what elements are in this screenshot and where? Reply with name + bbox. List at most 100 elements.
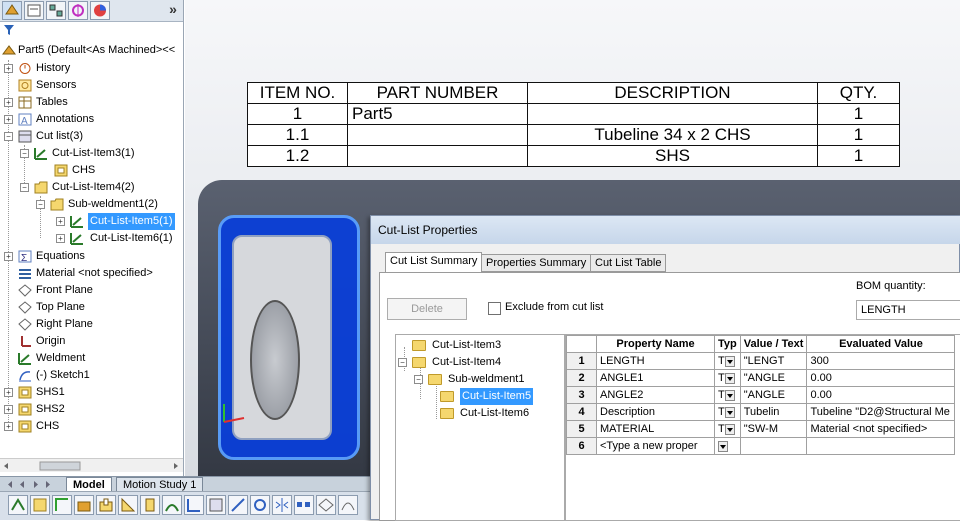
reference-geometry-icon[interactable] (316, 495, 336, 515)
linear-pattern-icon[interactable] (294, 495, 314, 515)
cut-list-properties-dialog: Cut-List Properties Cut List Summary Pro… (370, 215, 960, 521)
tab-cut-list-summary[interactable]: Cut List Summary (385, 252, 483, 273)
mirror-icon[interactable] (272, 495, 292, 515)
header-value-text: Value / Text (739, 335, 808, 353)
tab-motion-study[interactable]: Motion Study 1 (116, 477, 204, 492)
tab-properties-summary[interactable]: Properties Summary (481, 254, 592, 272)
weld-bead-icon[interactable] (162, 495, 182, 515)
collapse-icon[interactable]: − (414, 375, 423, 384)
property-type-cell[interactable] (714, 437, 741, 455)
horizontal-scrollbar[interactable] (0, 458, 183, 472)
curves-icon[interactable] (338, 495, 358, 515)
dropdown-arrow-icon[interactable] (724, 372, 735, 384)
weldment-icon (34, 147, 48, 160)
bom-row[interactable]: 1.2 SHS 1 (247, 145, 900, 167)
property-value-cell[interactable]: "SW-M (739, 420, 808, 438)
display-manager-tab-icon[interactable] (90, 1, 110, 20)
folder-icon (428, 374, 442, 385)
structural-member-button-icon[interactable] (30, 495, 50, 515)
property-row[interactable]: 2 ANGLE1 T "ANGLE 0.00 (566, 369, 956, 387)
expand-icon[interactable]: + (4, 422, 13, 431)
row-number: 4 (566, 403, 597, 421)
exclude-checkbox[interactable] (488, 302, 501, 315)
property-name-cell[interactable]: ANGLE2 (596, 386, 715, 404)
property-type-cell[interactable]: T (714, 420, 741, 438)
properties-header-row: Property Name Typ Value / Text Evaluated… (566, 335, 956, 353)
property-type-cell[interactable]: T (714, 352, 741, 370)
row-number: 3 (566, 386, 597, 404)
feature-manager-toolbar: » (0, 0, 183, 22)
feature-manager-tab-icon[interactable] (2, 1, 22, 20)
expand-icon[interactable]: + (4, 405, 13, 414)
expand-icon[interactable]: + (4, 98, 13, 107)
tab-model[interactable]: Model (66, 477, 112, 492)
plane-icon (18, 284, 32, 297)
property-name-cell[interactable]: MATERIAL (596, 420, 715, 438)
collapse-icon[interactable]: − (20, 149, 29, 158)
dimxpert-tab-icon[interactable] (68, 1, 88, 20)
property-evaluated-cell: Tubeline "D2@Structural Me (806, 403, 956, 421)
history-icon (18, 62, 32, 75)
collapse-icon[interactable]: − (20, 183, 29, 192)
expand-icon[interactable]: + (4, 388, 13, 397)
bom-quantity-select[interactable]: LENGTH (856, 300, 960, 320)
trim-extend-icon[interactable] (52, 495, 72, 515)
bom-header-part-number: PART NUMBER (347, 82, 528, 104)
property-value-cell[interactable]: "ANGLE (739, 386, 808, 404)
property-manager-tab-icon[interactable] (24, 1, 44, 20)
property-value-cell[interactable]: Tubelin (739, 403, 808, 421)
expand-icon[interactable]: + (56, 234, 65, 243)
collapse-icon[interactable]: − (398, 358, 407, 367)
configuration-manager-tab-icon[interactable] (46, 1, 66, 20)
hole-wizard-icon[interactable] (250, 495, 270, 515)
collapse-icon[interactable]: − (36, 200, 45, 209)
type-value: T (718, 389, 725, 401)
bom-header-description: DESCRIPTION (527, 82, 818, 104)
property-value-cell[interactable]: "ANGLE (739, 369, 808, 387)
property-value-cell[interactable] (739, 437, 808, 455)
collapse-icon[interactable]: − (4, 132, 13, 141)
bom-row[interactable]: 1.1 Tubeline 34 x 2 CHS 1 (247, 124, 900, 146)
folder-icon (412, 357, 426, 368)
property-type-cell[interactable]: T (714, 386, 741, 404)
end-cap-icon[interactable] (140, 495, 160, 515)
sketch-tool-icon[interactable] (228, 495, 248, 515)
extruded-boss-icon[interactable] (74, 495, 94, 515)
expand-icon[interactable]: + (56, 217, 65, 226)
property-type-cell[interactable]: T (714, 369, 741, 387)
property-row[interactable]: 3 ANGLE2 T "ANGLE 0.00 (566, 386, 956, 404)
3d-sketch-icon[interactable] (8, 495, 28, 515)
body-icon (54, 164, 68, 177)
gusset-icon[interactable] (118, 495, 138, 515)
folder-icon (412, 340, 426, 351)
new-property-row[interactable]: 6 <Type a new proper (566, 437, 956, 455)
dropdown-arrow-icon[interactable] (724, 423, 735, 435)
property-value-cell[interactable]: "LENGT (739, 352, 808, 370)
weldment-icon (18, 352, 32, 365)
expand-icon[interactable]: + (4, 64, 13, 73)
dropdown-arrow-icon[interactable] (718, 440, 728, 452)
dropdown-arrow-icon[interactable] (724, 406, 735, 418)
property-row[interactable]: 5 MATERIAL T "SW-M Material <not specifi… (566, 420, 956, 438)
delete-button[interactable]: Delete (387, 298, 467, 320)
property-row[interactable]: 1 LENGTH T "LENGT 300 (566, 352, 956, 370)
dropdown-arrow-icon[interactable] (724, 355, 735, 367)
extruded-cut-icon[interactable] (96, 495, 116, 515)
filter-icon[interactable] (4, 25, 14, 38)
property-name-cell[interactable]: ANGLE1 (596, 369, 715, 387)
property-name-cell[interactable]: LENGTH (596, 352, 715, 370)
dropdown-arrow-icon[interactable] (724, 389, 735, 401)
weldment-cut-list-icon[interactable] (206, 495, 226, 515)
tab-scroll-arrows-icon[interactable] (2, 479, 62, 490)
property-name-cell[interactable]: Description (596, 403, 715, 421)
bom-table[interactable]: ITEM NO. PART NUMBER DESCRIPTION QTY. 1 … (247, 82, 900, 167)
property-type-cell[interactable]: T (714, 403, 741, 421)
bom-row[interactable]: 1 Part5 1 (247, 103, 900, 125)
fillet-bead-icon[interactable] (184, 495, 204, 515)
toolbar-more-button[interactable]: » (164, 1, 182, 20)
expand-icon[interactable]: + (4, 252, 13, 261)
expand-icon[interactable]: + (4, 115, 13, 124)
property-row[interactable]: 4 Description T Tubelin Tubeline "D2@Str… (566, 403, 956, 421)
new-property-name-cell[interactable]: <Type a new proper (596, 437, 715, 455)
tab-cut-list-table[interactable]: Cut List Table (590, 254, 667, 272)
